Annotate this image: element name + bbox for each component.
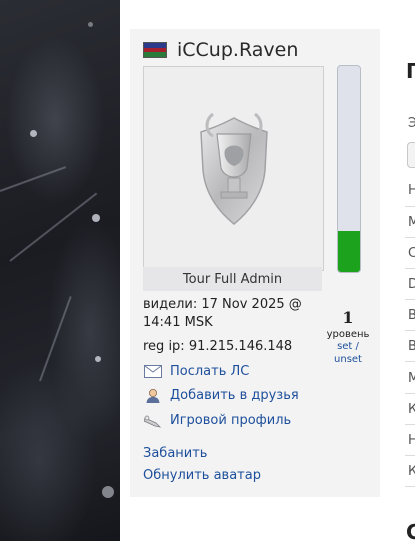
role-badge: Tour Full Admin: [143, 267, 322, 291]
profile-card: iCCup.Raven Tour Full Admin 1 уровень se…: [130, 29, 380, 497]
right-row-4: D: [408, 277, 415, 292]
level-progress-fill: [338, 230, 360, 272]
ban-link[interactable]: Забанить: [143, 446, 207, 461]
game-profile-link[interactable]: Игровой профиль: [143, 412, 291, 429]
level-set-link[interactable]: set: [337, 341, 352, 352]
right-subheading: Э: [408, 116, 415, 131]
level-label: уровень: [326, 329, 370, 340]
right-row-divider: [405, 486, 415, 487]
level-block: 1 уровень set / unset: [325, 308, 371, 366]
right-row-divider: [405, 424, 415, 425]
trophy-shield-icon: [199, 112, 268, 225]
profile-title-row: iCCup.Raven: [143, 39, 298, 61]
right-row-divider: [405, 268, 415, 269]
reset-avatar-link[interactable]: Обнулить аватар: [143, 468, 261, 483]
level-unset-link[interactable]: unset: [334, 354, 362, 365]
right-row-divider: [405, 330, 415, 331]
profile-nickname: iCCup.Raven: [177, 39, 299, 61]
right-row-divider: [405, 206, 415, 207]
last-seen-text: видели: 17 Nov 2025 @ 14:41 MSK: [143, 297, 302, 330]
level-link-separator: /: [352, 341, 359, 352]
right-row-7: М: [408, 371, 415, 386]
right-heading-top: П: [406, 59, 415, 83]
right-row-divider: [405, 299, 415, 300]
right-button-stub[interactable]: [407, 142, 415, 168]
right-heading-bottom: С: [406, 520, 415, 541]
flag-stripe-bottom: [144, 52, 166, 58]
right-row-10: К: [408, 464, 415, 479]
right-row-divider: [405, 393, 415, 394]
level-number: 1: [342, 308, 354, 327]
avatar: [143, 66, 324, 271]
send-message-label: Послать ЛС: [170, 364, 250, 379]
add-friend-label: Добавить в друзья: [170, 388, 299, 403]
right-row-divider: [405, 361, 415, 362]
right-row-divider: [405, 455, 415, 456]
level-progress-bar: [337, 65, 361, 273]
right-row-8: К: [408, 402, 415, 417]
right-content-column: П Э Н М С D В В М К Н К С: [398, 0, 415, 541]
game-profile-icon: [143, 412, 162, 429]
game-profile-label: Игровой профиль: [170, 413, 292, 428]
envelope-icon: [143, 363, 162, 380]
add-friend-link[interactable]: Добавить в друзья: [143, 387, 299, 404]
right-row-3: С: [408, 246, 415, 261]
right-row-6: В: [408, 339, 415, 354]
right-row-9: Н: [408, 433, 415, 448]
right-row-1: Н: [408, 183, 415, 198]
country-flag-icon: [143, 42, 167, 58]
reg-ip-text: reg ip: 91.215.146.148: [143, 339, 293, 354]
right-row-divider: [405, 237, 415, 238]
add-friend-icon: [143, 387, 162, 404]
right-row-2: М: [408, 215, 415, 230]
right-row-5: В: [408, 308, 415, 323]
background-artwork: [0, 0, 120, 541]
send-message-link[interactable]: Послать ЛС: [143, 363, 249, 380]
level-set-unset: set / unset: [325, 340, 371, 366]
